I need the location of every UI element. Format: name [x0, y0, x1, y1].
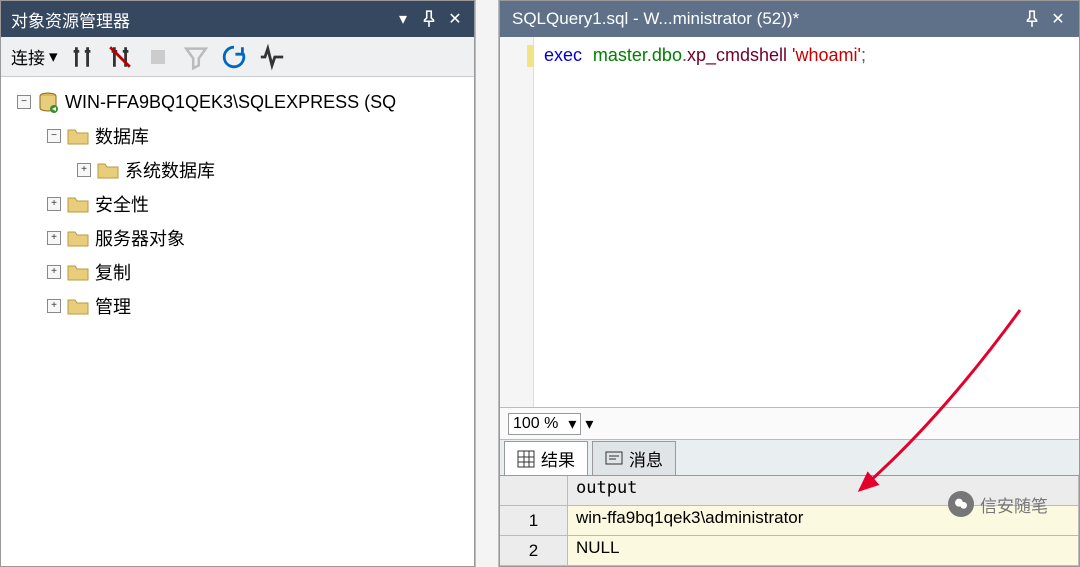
- folder-icon: [67, 194, 89, 214]
- results-corner[interactable]: [500, 476, 568, 506]
- tree-security-node[interactable]: + 安全性: [7, 187, 468, 221]
- results-row[interactable]: 2 NULL: [500, 536, 1079, 566]
- watermark: 信安随笔: [948, 491, 1048, 517]
- expand-icon[interactable]: +: [47, 299, 61, 313]
- object-explorer-tree[interactable]: − WIN-FFA9BQ1QEK3\SQLEXPRESS (SQ − 数据库 +…: [1, 77, 474, 566]
- tree-label: 安全性: [95, 191, 149, 217]
- pin-icon[interactable]: [1023, 10, 1041, 28]
- folder-icon: [67, 262, 89, 282]
- expand-icon[interactable]: +: [77, 163, 91, 177]
- grid-icon: [517, 450, 535, 468]
- sql-keyword: exec: [544, 45, 582, 65]
- folder-icon: [67, 126, 89, 146]
- refresh-icon[interactable]: [220, 43, 248, 71]
- pin-icon[interactable]: [420, 10, 438, 28]
- connect-dropdown[interactable]: 连接 ▾: [11, 44, 58, 69]
- disconnect-icon[interactable]: [106, 43, 134, 71]
- collapse-icon[interactable]: −: [17, 95, 31, 109]
- object-explorer-titlebar: 对象资源管理器 ▾ ✕: [1, 1, 474, 37]
- collapse-icon[interactable]: −: [47, 129, 61, 143]
- expand-icon[interactable]: +: [47, 231, 61, 245]
- folder-icon: [67, 296, 89, 316]
- dropdown-icon[interactable]: ▾: [394, 10, 412, 28]
- sql-ident: dbo: [652, 45, 682, 65]
- watermark-text: 信安随笔: [980, 492, 1048, 517]
- tree-label: 数据库: [95, 123, 149, 149]
- chevron-down-icon: ▾: [49, 47, 58, 67]
- connect-icon[interactable]: [68, 43, 96, 71]
- tree-label: 系统数据库: [125, 157, 215, 183]
- close-icon[interactable]: ✕: [1049, 10, 1067, 28]
- sql-editor[interactable]: exec master.dbo.xp_cmdshell 'whoami';: [500, 37, 1079, 407]
- object-explorer-panel: 对象资源管理器 ▾ ✕ 连接 ▾ −: [0, 0, 475, 567]
- message-icon: [605, 450, 623, 468]
- tab-messages[interactable]: 消息: [592, 441, 676, 475]
- tree-serverobjects-node[interactable]: + 服务器对象: [7, 221, 468, 255]
- activity-icon[interactable]: [258, 43, 286, 71]
- folder-icon: [97, 160, 119, 180]
- object-explorer-toolbar: 连接 ▾: [1, 37, 474, 77]
- results-row-number[interactable]: 2: [500, 536, 568, 566]
- editor-gutter: [500, 37, 534, 407]
- tree-management-node[interactable]: + 管理: [7, 289, 468, 323]
- chevron-down-icon: ▾: [568, 414, 576, 434]
- results-grid[interactable]: output 1 win-ffa9bq1qek3\administrator 2…: [500, 475, 1079, 566]
- object-explorer-title: 对象资源管理器: [11, 7, 130, 32]
- tab-results[interactable]: 结果: [504, 441, 588, 475]
- expand-icon[interactable]: +: [47, 265, 61, 279]
- close-icon[interactable]: ✕: [446, 10, 464, 28]
- tree-replication-node[interactable]: + 复制: [7, 255, 468, 289]
- stop-icon[interactable]: [144, 43, 172, 71]
- tree-server-node[interactable]: − WIN-FFA9BQ1QEK3\SQLEXPRESS (SQ: [7, 85, 468, 119]
- wechat-icon: [948, 491, 974, 517]
- zoom-separator: ▾: [585, 414, 593, 434]
- results-row-number[interactable]: 1: [500, 506, 568, 536]
- result-tabs: 结果 消息: [500, 439, 1079, 475]
- tree-label: 服务器对象: [95, 225, 185, 251]
- sql-str: whoami: [795, 45, 857, 65]
- sql-ident: master: [593, 45, 647, 65]
- folder-icon: [67, 228, 89, 248]
- panel-divider[interactable]: [475, 0, 499, 567]
- zoom-dropdown[interactable]: 100 % ▾: [508, 413, 581, 435]
- database-server-icon: [37, 91, 59, 113]
- zoom-bar: 100 % ▾ ▾: [500, 407, 1079, 439]
- results-cell[interactable]: NULL: [568, 536, 1079, 566]
- document-title: SQLQuery1.sql - W...ministrator (52))*: [512, 9, 799, 29]
- filter-icon[interactable]: [182, 43, 210, 71]
- sql-semi: ;: [861, 45, 866, 65]
- editor-content[interactable]: exec master.dbo.xp_cmdshell 'whoami';: [534, 37, 876, 407]
- tree-systemdb-node[interactable]: + 系统数据库: [7, 153, 468, 187]
- document-tab[interactable]: SQLQuery1.sql - W...ministrator (52))* ✕: [500, 1, 1079, 37]
- tree-label: 管理: [95, 293, 131, 319]
- query-editor-panel: SQLQuery1.sql - W...ministrator (52))* ✕…: [499, 0, 1080, 567]
- expand-icon[interactable]: +: [47, 197, 61, 211]
- modified-line-marker: [527, 45, 533, 67]
- tree-databases-node[interactable]: − 数据库: [7, 119, 468, 153]
- tree-label: WIN-FFA9BQ1QEK3\SQLEXPRESS (SQ: [65, 92, 396, 113]
- tree-label: 复制: [95, 259, 131, 285]
- sql-proc: xp_cmdshell: [687, 45, 787, 65]
